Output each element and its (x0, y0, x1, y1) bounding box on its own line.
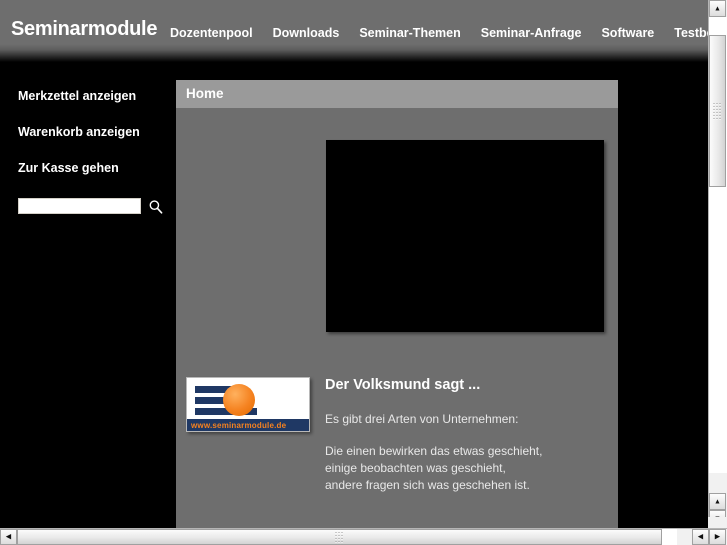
video-placeholder[interactable] (326, 140, 604, 332)
scroll-left-button-secondary[interactable]: ◀ (692, 529, 709, 545)
horizontal-scrollbar[interactable]: ◀ ◀ ▶ (0, 528, 727, 545)
vertical-scroll-thumb[interactable] (709, 35, 726, 187)
scroll-up-button-secondary[interactable]: ▲ (709, 493, 726, 510)
search-input[interactable] (18, 198, 141, 214)
quote-line-2: einige beobachten was geschieht, (325, 461, 506, 475)
hscroll-thumb-grip (335, 529, 344, 545)
vertical-scroll-track[interactable] (709, 17, 727, 473)
page-title-bar: Home (176, 80, 618, 108)
quote-intro: Es gibt drei Arten von Unternehmen: (325, 412, 519, 426)
nav-item-software[interactable]: Software (601, 26, 654, 40)
quote-spacer (325, 428, 610, 443)
scroll-left-button[interactable]: ◀ (0, 529, 17, 545)
logo-url-text: www.seminarmodule.de (191, 421, 287, 430)
browser-screen: Seminarmodule Dozentenpool Downloads Semin… (0, 0, 727, 545)
nav-item-testberichte[interactable]: Testberichte (674, 26, 708, 40)
search-row (18, 198, 168, 218)
triangle-up-icon-secondary: ▲ (714, 498, 721, 505)
site-header: Seminarmodule Dozentenpool Downloads Semin… (0, 0, 708, 62)
nav-item-downloads[interactable]: Downloads (273, 26, 340, 40)
main-navigation: Dozentenpool Downloads Seminar-Themen Semin… (170, 24, 708, 44)
scroll-thumb-grip (713, 103, 722, 119)
page-viewport: Seminarmodule Dozentenpool Downloads Semin… (0, 0, 708, 528)
scroll-right-button[interactable]: ▶ (709, 529, 726, 545)
scrollbar-corner (708, 517, 727, 528)
sidebar-item-warenkorb[interactable]: Warenkorb anzeigen (18, 125, 140, 139)
triangle-left-icon: ◀ (5, 533, 12, 541)
quote-line-1: Die einen bewirken das etwas geschieht, (325, 444, 543, 458)
quote-block: Der Volksmund sagt ... Es gibt drei Arte… (325, 377, 610, 494)
triangle-up-icon: ▲ (714, 5, 721, 12)
sidebar: Merkzettel anzeigen Warenkorb anzeigen Z… (0, 62, 176, 528)
vertical-scrollbar[interactable]: ▲ ▲ ▼ (708, 0, 727, 528)
seminarmodule-logo: www.seminarmodule.de (186, 377, 310, 432)
nav-item-seminar-anfrage[interactable]: Seminar-Anfrage (481, 26, 582, 40)
site-brand-title: Seminarmodule (11, 18, 158, 40)
horizontal-scroll-thumb[interactable] (17, 529, 662, 545)
quote-heading: Der Volksmund sagt ... (325, 377, 481, 393)
triangle-right-icon: ▶ (714, 533, 721, 541)
content-panel: Home www.seminarmodule.de Der Volksmund … (176, 80, 618, 528)
search-icon[interactable] (148, 199, 164, 215)
logo-sphere-icon (223, 384, 255, 416)
sidebar-item-kasse[interactable]: Zur Kasse gehen (18, 161, 119, 175)
triangle-left-icon-secondary: ◀ (697, 533, 704, 541)
page-title: Home (186, 86, 224, 101)
quote-line-3: andere fragen sich was geschehen ist. (325, 478, 530, 492)
nav-item-seminar-themen[interactable]: Seminar-Themen (359, 26, 460, 40)
scroll-up-button[interactable]: ▲ (709, 0, 726, 17)
sidebar-item-merkzettel[interactable]: Merkzettel anzeigen (18, 89, 136, 103)
nav-item-dozentenpool[interactable]: Dozentenpool (170, 26, 253, 40)
